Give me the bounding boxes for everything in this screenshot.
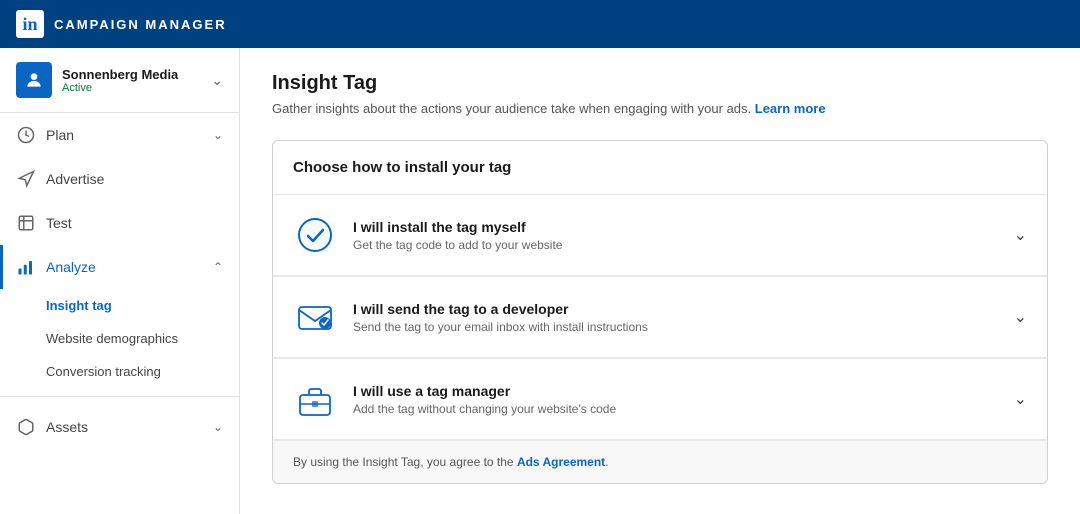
account-name: Sonnenberg Media: [62, 67, 211, 82]
install-option-tag-manager-text: I will use a tag manager Add the tag wit…: [353, 383, 1014, 416]
assets-icon: [16, 417, 36, 437]
logo-container[interactable]: in CAMPAIGN MANAGER: [16, 10, 227, 38]
sidebar-item-conversion-tracking[interactable]: Conversion tracking: [46, 355, 239, 388]
install-myself-chevron-icon: ⌄: [1014, 225, 1027, 245]
send-developer-title: I will send the tag to a developer: [353, 301, 1014, 317]
sidebar-item-plan[interactable]: Plan ⌄: [0, 113, 239, 157]
ads-agreement-link[interactable]: Ads Agreement: [517, 455, 605, 469]
install-option-myself-text: I will install the tag myself Get the ta…: [353, 219, 1014, 252]
card-footer: By using the Insight Tag, you agree to t…: [273, 440, 1047, 483]
send-developer-desc: Send the tag to your email inbox with in…: [353, 320, 1014, 334]
app-title: CAMPAIGN MANAGER: [54, 17, 227, 32]
install-option-developer[interactable]: I will send the tag to a developer Send …: [273, 276, 1047, 358]
test-label: Test: [46, 215, 223, 231]
main-layout: Sonnenberg Media Active ⌄ Plan ⌄: [0, 48, 1080, 514]
send-developer-chevron-icon: ⌄: [1014, 307, 1027, 327]
page-title: Insight Tag: [272, 72, 1048, 95]
install-myself-title: I will install the tag myself: [353, 219, 1014, 235]
account-chevron-icon: ⌄: [211, 72, 223, 89]
analyze-label: Analyze: [46, 259, 213, 275]
tag-manager-chevron-icon: ⌄: [1014, 389, 1027, 409]
account-info: Sonnenberg Media Active: [62, 67, 211, 94]
install-option-tag-manager[interactable]: I will use a tag manager Add the tag wit…: [273, 358, 1047, 440]
content-area: Insight Tag Gather insights about the ac…: [240, 48, 1080, 514]
install-option-developer-text: I will send the tag to a developer Send …: [353, 301, 1014, 334]
linkedin-logo-icon: in: [16, 10, 44, 38]
assets-label: Assets: [46, 419, 213, 435]
email-tag-icon: [293, 295, 337, 339]
sidebar-item-insight-tag[interactable]: Insight tag: [46, 289, 239, 322]
account-section[interactable]: Sonnenberg Media Active ⌄: [0, 48, 239, 113]
sidebar-item-assets[interactable]: Assets ⌄: [0, 405, 239, 449]
advertise-label: Advertise: [46, 171, 223, 187]
sidebar: Sonnenberg Media Active ⌄ Plan ⌄: [0, 48, 240, 514]
top-nav: in CAMPAIGN MANAGER: [0, 0, 1080, 48]
sidebar-item-advertise[interactable]: Advertise: [0, 157, 239, 201]
plan-label: Plan: [46, 127, 213, 143]
advertise-icon: [16, 169, 36, 189]
sidebar-divider: [0, 396, 239, 397]
plan-icon: [16, 125, 36, 145]
sidebar-item-analyze[interactable]: Analyze ⌃: [0, 245, 239, 289]
sidebar-item-website-demographics[interactable]: Website demographics: [46, 322, 239, 355]
install-option-myself[interactable]: I will install the tag myself Get the ta…: [273, 195, 1047, 276]
test-icon: [16, 213, 36, 233]
assets-chevron-icon: ⌄: [213, 420, 223, 434]
analyze-subnav: Insight tag Website demographics Convers…: [0, 289, 239, 388]
check-circle-icon: [293, 213, 337, 257]
install-tag-card: Choose how to install your tag I will in…: [272, 140, 1048, 484]
briefcase-tag-icon: [293, 377, 337, 421]
sidebar-item-test[interactable]: Test: [0, 201, 239, 245]
learn-more-link[interactable]: Learn more: [755, 101, 826, 116]
account-avatar-icon: [24, 70, 44, 90]
account-status: Active: [62, 82, 211, 94]
page-subtitle: Gather insights about the actions your a…: [272, 101, 1048, 116]
tag-manager-desc: Add the tag without changing your websit…: [353, 402, 1014, 416]
analyze-chevron-icon: ⌃: [213, 260, 223, 274]
tag-manager-title: I will use a tag manager: [353, 383, 1014, 399]
card-header: Choose how to install your tag: [273, 141, 1047, 195]
plan-chevron-icon: ⌄: [213, 128, 223, 142]
account-avatar: [16, 62, 52, 98]
install-myself-desc: Get the tag code to add to your website: [353, 238, 1014, 252]
analyze-icon: [16, 257, 36, 277]
